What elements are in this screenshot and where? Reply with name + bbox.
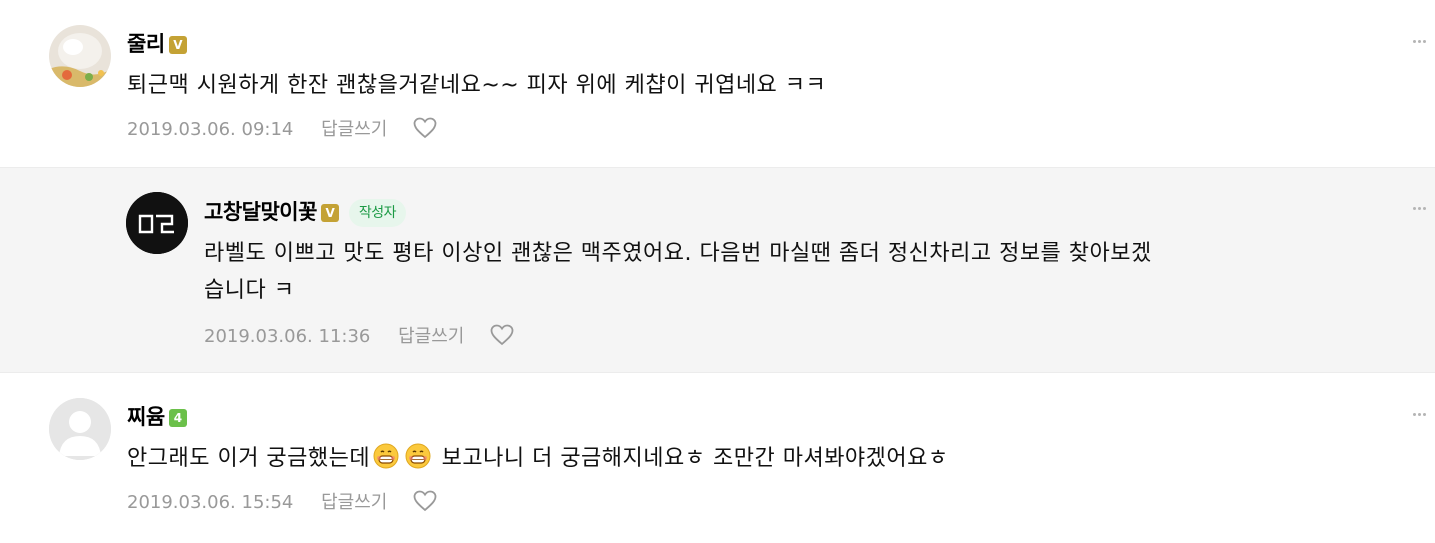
comment-date: 2019.03.06. 15:54 [127,492,294,513]
comment-date: 2019.03.06. 09:14 [127,119,294,140]
comment-text-part: 안그래도 이거 궁금했는데 [127,446,371,471]
more-options-icon[interactable] [1413,413,1426,417]
author-tag: 작성자 [348,199,407,227]
comment-text-line: 라벨도 이쁘고 맛도 평타 이상인 괜찮은 맥주였어요. 다음번 마실땐 좀더 … [204,241,1152,266]
comment-text: 라벨도 이쁘고 맛도 평타 이상인 괜찮은 맥주였어요. 다음번 마실땐 좀더 … [204,235,1404,309]
avatar-default-icon[interactable] [49,398,111,460]
grinning-emoji-icon [373,443,399,469]
more-options-icon[interactable] [1413,40,1426,44]
nickname[interactable]: 찌윰 4 [127,401,187,431]
comment-text: 퇴근맥 시원하게 한잔 괜찮을거같네요~~ 피자 위에 케챱이 귀엽네요 ㅋㅋ [127,73,827,98]
like-heart-icon[interactable] [413,117,437,139]
comment-date: 2019.03.06. 11:36 [204,326,371,347]
comment-text: 안그래도 이거 궁금했는데 보고나니 더 궁금해지네요ㅎ 조만간 마셔봐야겠어요… [127,440,949,477]
comment-meta: 2019.03.06. 15:54 답글쓰기 [127,488,437,514]
avatar[interactable] [49,25,111,87]
nickname-text[interactable]: 찌윰 [127,405,165,429]
reply-button[interactable]: 답글쓰기 [321,115,387,141]
rank-badge: 4 [168,409,187,427]
reply-button[interactable]: 답글쓰기 [321,488,387,514]
nickname-text[interactable]: 고창달맞이꽃 [204,200,317,224]
reply-button[interactable]: 답글쓰기 [398,322,464,348]
comment-item: 줄리 V 퇴근맥 시원하게 한잔 괜찮을거같네요~~ 피자 위에 케챱이 귀엽네요… [0,0,1435,167]
rank-badge: V [168,36,187,54]
nickname[interactable]: 고창달맞이꽃 V 작성자 [204,196,407,227]
more-options-icon[interactable] [1413,207,1426,211]
comment-item: 찌윰 4 안그래도 이거 궁금했는데 보고나니 더 궁금해지네요ㅎ 조만간 마셔봐… [0,373,1435,543]
nickname-text[interactable]: 줄리 [127,32,165,56]
comment-meta: 2019.03.06. 11:36 답글쓰기 [204,322,514,348]
like-heart-icon[interactable] [413,490,437,512]
comment-meta: 2019.03.06. 09:14 답글쓰기 [127,115,437,141]
nickname[interactable]: 줄리 V [127,28,187,58]
grinning-emoji-icon [405,443,431,469]
rank-badge: V [320,204,339,222]
comment-item-reply: 고창달맞이꽃 V 작성자 라벨도 이쁘고 맛도 평타 이상인 괜찮은 맥주였어요. … [0,167,1435,373]
like-heart-icon[interactable] [490,324,514,346]
comment-text-line: 습니다 ㅋ [204,278,295,303]
avatar[interactable] [126,192,188,254]
comment-text-part: 보고나니 더 궁금해지네요ㅎ 조만간 마셔봐야겠어요ㅎ [434,446,949,471]
